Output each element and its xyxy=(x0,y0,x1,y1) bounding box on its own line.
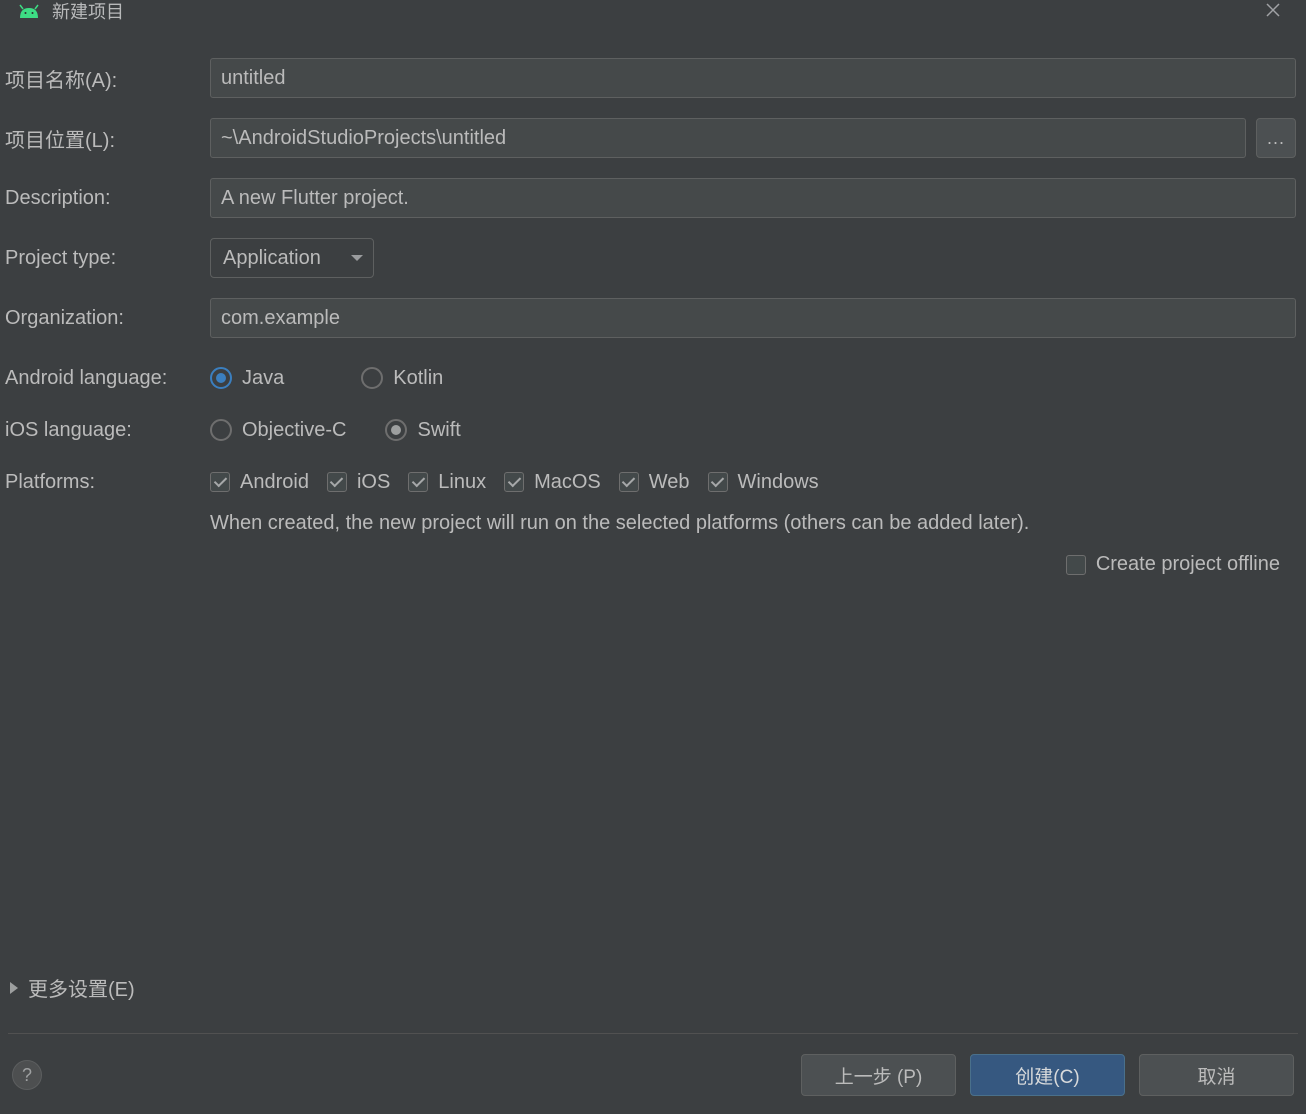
android-icon xyxy=(18,4,40,18)
radio-icon xyxy=(361,367,383,389)
checkbox-icon xyxy=(210,472,230,492)
project-location-label: 项目位置(L): xyxy=(5,124,210,153)
checkbox-android-label: Android xyxy=(240,471,309,494)
radio-icon xyxy=(210,367,232,389)
checkbox-ios-label: iOS xyxy=(357,471,390,494)
help-button[interactable]: ? xyxy=(12,1060,42,1090)
radio-objc[interactable]: Objective-C xyxy=(210,419,346,442)
checkbox-macos-label: MacOS xyxy=(534,471,601,494)
description-label: Description: xyxy=(5,187,210,210)
more-settings-label: 更多设置(E) xyxy=(28,973,135,1002)
platforms-hint: When created, the new project will run o… xyxy=(210,512,1296,535)
project-type-select[interactable]: Application xyxy=(210,238,374,278)
project-type-label: Project type: xyxy=(5,247,210,270)
platforms-label: Platforms: xyxy=(5,471,210,494)
checkbox-android[interactable]: Android xyxy=(210,471,309,494)
project-type-value: Application xyxy=(223,247,321,270)
checkbox-offline-label: Create project offline xyxy=(1096,553,1280,576)
checkbox-linux-label: Linux xyxy=(438,471,486,494)
checkbox-icon xyxy=(504,472,524,492)
close-icon[interactable] xyxy=(1258,1,1288,22)
separator xyxy=(8,1033,1298,1034)
organization-label: Organization: xyxy=(5,307,210,330)
project-name-label: 项目名称(A): xyxy=(5,64,210,93)
titlebar-left: 新建项目 xyxy=(18,0,124,24)
browse-button[interactable]: ... xyxy=(1256,118,1296,158)
checkbox-icon xyxy=(708,472,728,492)
checkbox-linux[interactable]: Linux xyxy=(408,471,486,494)
checkbox-windows[interactable]: Windows xyxy=(708,471,819,494)
project-location-input[interactable] xyxy=(210,118,1246,158)
radio-java-label: Java xyxy=(242,367,284,390)
cancel-button[interactable]: 取消 xyxy=(1139,1054,1294,1096)
organization-input[interactable] xyxy=(210,298,1296,338)
checkbox-icon xyxy=(327,472,347,492)
checkbox-macos[interactable]: MacOS xyxy=(504,471,601,494)
radio-icon xyxy=(210,419,232,441)
checkbox-ios[interactable]: iOS xyxy=(327,471,390,494)
titlebar: 新建项目 xyxy=(0,0,1306,28)
checkbox-icon xyxy=(408,472,428,492)
ios-language-label: iOS language: xyxy=(5,419,210,442)
radio-objc-label: Objective-C xyxy=(242,419,346,442)
bottom-bar: ? 上一步 (P) 创建(C) 取消 xyxy=(0,1054,1306,1096)
description-input[interactable] xyxy=(210,178,1296,218)
more-settings-toggle[interactable]: 更多设置(E) xyxy=(10,973,135,1002)
android-language-label: Android language: xyxy=(5,367,210,390)
create-button[interactable]: 创建(C) xyxy=(970,1054,1125,1096)
radio-java[interactable]: Java xyxy=(210,367,284,390)
checkbox-windows-label: Windows xyxy=(738,471,819,494)
window-title: 新建项目 xyxy=(52,0,124,24)
prev-button[interactable]: 上一步 (P) xyxy=(801,1054,956,1096)
checkbox-offline[interactable]: Create project offline xyxy=(1066,553,1280,576)
radio-icon xyxy=(385,419,407,441)
project-name-input[interactable] xyxy=(210,58,1296,98)
checkbox-web[interactable]: Web xyxy=(619,471,690,494)
radio-swift-label: Swift xyxy=(417,419,460,442)
expand-triangle-icon xyxy=(10,982,18,994)
radio-swift[interactable]: Swift xyxy=(385,419,460,442)
checkbox-icon xyxy=(619,472,639,492)
form-area: 项目名称(A): 项目位置(L): ... Description: Proje… xyxy=(0,28,1306,576)
chevron-down-icon xyxy=(351,255,363,261)
radio-kotlin[interactable]: Kotlin xyxy=(361,367,443,390)
checkbox-web-label: Web xyxy=(649,471,690,494)
radio-kotlin-label: Kotlin xyxy=(393,367,443,390)
checkbox-icon xyxy=(1066,555,1086,575)
